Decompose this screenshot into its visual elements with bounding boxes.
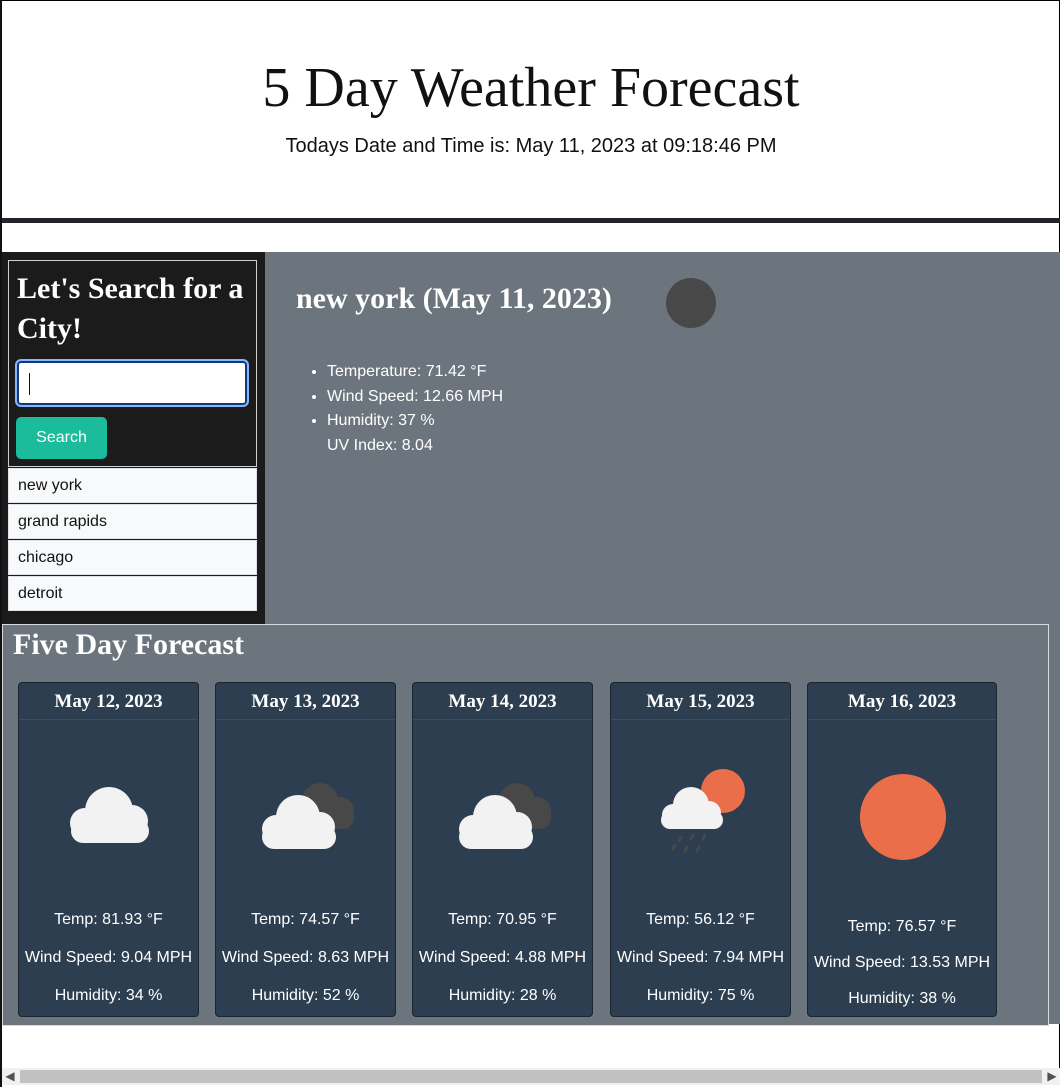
forecast-humidity: Humidity: 28 %	[448, 987, 557, 1004]
forecast-card-day-1: May 12, 2023 Temp: 81.93 °F Wind Speed: …	[18, 682, 199, 1017]
horizontal-scrollbar[interactable]: ◀ ▶	[2, 1068, 1060, 1085]
forecast-humidity: Humidity: 38 %	[848, 990, 956, 1007]
history-item-grand-rapids[interactable]: grand rapids	[8, 504, 257, 539]
forecast-temp: Temp: 76.57 °F	[847, 918, 957, 935]
scrollbar-thumb[interactable]	[20, 1070, 1042, 1083]
forecast-date: May 15, 2023	[611, 683, 790, 720]
forecast-temp: Temp: 56.12 °F	[646, 911, 755, 928]
search-input[interactable]	[15, 359, 249, 407]
forecast-date: May 16, 2023	[808, 683, 996, 720]
forecast-temp: Temp: 81.93 °F	[54, 911, 163, 928]
text-cursor	[29, 373, 30, 395]
history-item-new-york[interactable]: new york	[8, 468, 257, 503]
forecast-card-day-4: May 15, 2023 Temp: 56.12 °F Wind Speed: …	[610, 682, 791, 1017]
broken-clouds-icon	[262, 783, 354, 849]
five-day-forecast: Five Day Forecast May 12, 2023 Temp: 81.…	[2, 624, 1049, 1026]
forecast-temp: Temp: 70.95 °F	[448, 911, 557, 928]
cloud-icon	[70, 787, 149, 843]
current-datetime: Todays Date and Time is: May 11, 2023 at…	[285, 135, 777, 157]
current-stats: Temperature: 71.42 °F Wind Speed: 12.66 …	[311, 360, 503, 458]
forecast-date: May 14, 2023	[413, 683, 592, 720]
scroll-left-icon[interactable]: ◀	[2, 1068, 18, 1085]
search-button[interactable]: Search	[16, 417, 107, 459]
forecast-date: May 12, 2023	[19, 683, 198, 720]
forecast-heading: Five Day Forecast	[13, 628, 245, 661]
search-history: new york grand rapids chicago detroit	[8, 468, 257, 612]
current-humidity: Humidity: 37 %	[327, 409, 503, 434]
forecast-wind: Wind Speed: 9.04 MPH	[24, 949, 193, 966]
current-temperature: Temperature: 71.42 °F	[327, 360, 503, 385]
current-weather-icon	[666, 278, 716, 328]
rain-sun-icon	[661, 769, 745, 853]
forecast-temp: Temp: 74.57 °F	[251, 911, 360, 928]
forecast-wind: Wind Speed: 7.94 MPH	[616, 949, 785, 966]
current-city-title: new york (May 11, 2023)	[296, 282, 612, 315]
page-title: 5 Day Weather Forecast	[262, 57, 800, 119]
forecast-date: May 13, 2023	[216, 683, 395, 720]
forecast-wind: Wind Speed: 13.53 MPH	[813, 954, 991, 971]
forecast-wind: Wind Speed: 8.63 MPH	[221, 949, 390, 966]
forecast-humidity: Humidity: 52 %	[251, 987, 360, 1004]
search-panel: Let's Search for a City! Search	[8, 260, 257, 467]
forecast-humidity: Humidity: 34 %	[54, 987, 163, 1004]
scroll-right-icon[interactable]: ▶	[1044, 1068, 1060, 1085]
history-item-chicago[interactable]: chicago	[8, 540, 257, 575]
current-uv-index: UV Index: 8.04	[327, 436, 433, 454]
current-weather: new york (May 11, 2023) Temperature: 71.…	[265, 252, 1060, 624]
forecast-wind: Wind Speed: 4.88 MPH	[418, 949, 587, 966]
broken-clouds-icon	[459, 783, 551, 849]
sun-icon	[860, 774, 946, 860]
search-heading: Let's Search for a City!	[17, 272, 244, 345]
forecast-card-day-5: May 16, 2023 Temp: 76.57 °F Wind Speed: …	[807, 682, 997, 1017]
forecast-card-day-3: May 14, 2023 Temp: 70.95 °F Wind Speed: …	[412, 682, 593, 1017]
forecast-card-day-2: May 13, 2023 Temp: 74.57 °F Wind Speed: …	[215, 682, 396, 1017]
forecast-humidity: Humidity: 75 %	[646, 987, 755, 1004]
page-header: 5 Day Weather Forecast Todays Date and T…	[2, 2, 1060, 223]
current-wind-speed: Wind Speed: 12.66 MPH	[327, 385, 503, 410]
history-item-detroit[interactable]: detroit	[8, 576, 257, 611]
